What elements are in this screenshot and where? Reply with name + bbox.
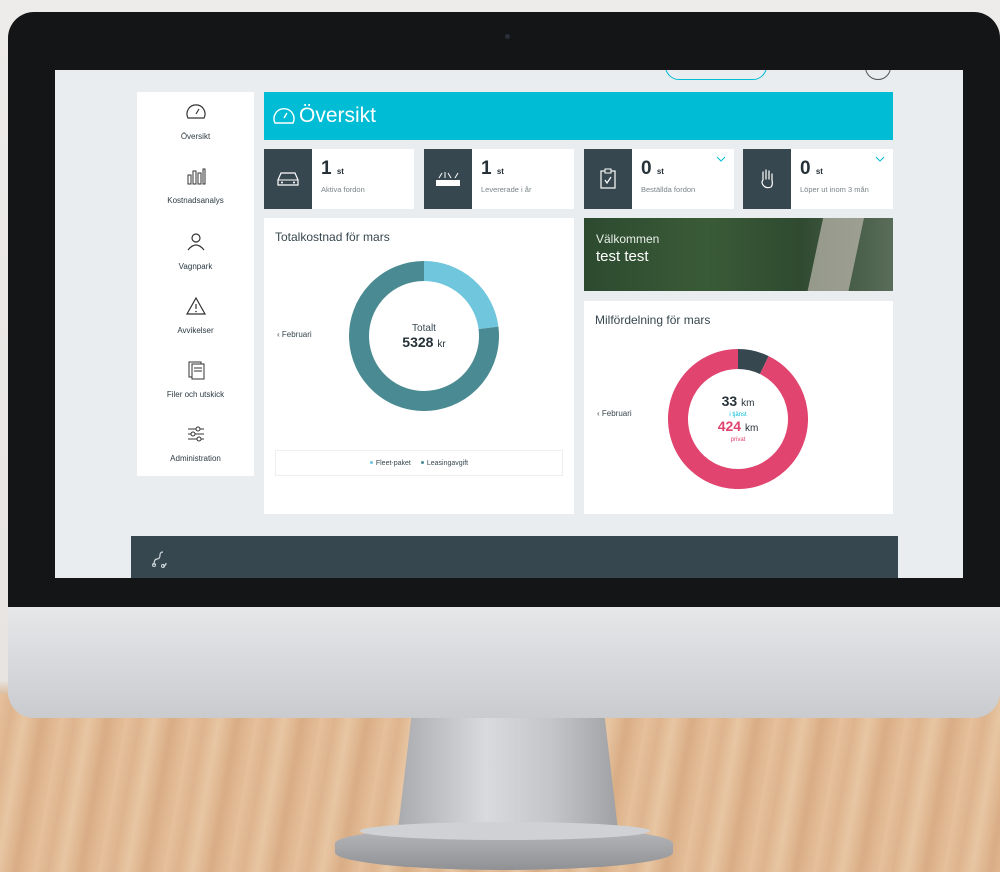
prev-month-link[interactable]: ‹ Februari <box>597 409 632 418</box>
private-value: 424 km <box>717 418 759 435</box>
camera-dot <box>505 34 510 39</box>
app-screen: Översikt Kostnadsanalys Vagnpark Avvikel… <box>55 70 963 578</box>
private-label: privat <box>730 437 746 443</box>
monitor-chin <box>8 607 1000 718</box>
people-icon <box>187 233 204 251</box>
forest-road-image <box>803 218 865 291</box>
monitor-stand <box>398 718 618 830</box>
mileage-card-title: Milfördelning för mars <box>595 313 711 327</box>
legend-item-leasing: Leasingavgift <box>420 460 468 467</box>
stat-label: Löper ut inom 3 mån <box>800 185 869 194</box>
warning-icon <box>185 296 206 315</box>
sidebar-item-oversikt[interactable]: Översikt <box>137 102 254 144</box>
sidebar: Översikt Kostnadsanalys Vagnpark Avvikel… <box>137 92 254 476</box>
monitor: Översikt Kostnadsanalys Vagnpark Avvikel… <box>8 12 1000 718</box>
sidebar-item-administration[interactable]: Administration <box>137 424 254 466</box>
documents-icon <box>188 361 204 380</box>
route-icon[interactable] <box>151 550 169 568</box>
cost-donut-center: Totalt 5328 kr <box>349 261 499 411</box>
bottom-bar <box>131 536 898 578</box>
stat-value: 1 st <box>321 158 344 179</box>
stat-card-loper-ut[interactable]: 0 st Löper ut inom 3 mån <box>743 149 893 209</box>
page-header: Översikt <box>264 92 893 140</box>
sidebar-item-label: Administration <box>170 454 221 463</box>
clipboard-check-icon <box>584 149 632 209</box>
legend-item-fleet: Fleet-paket <box>369 460 411 467</box>
chevron-down-icon[interactable] <box>875 156 885 162</box>
chevron-down-icon[interactable] <box>716 156 726 162</box>
cost-card: Totalkostnad för mars ‹ Februari Totalt … <box>264 218 574 514</box>
sidebar-item-label: Vagnpark <box>178 262 213 271</box>
stat-card-levererade[interactable]: 1 st Levererade i år <box>424 149 574 209</box>
stat-label: Beställda fordon <box>641 185 696 194</box>
speedometer-icon <box>185 104 206 119</box>
sidebar-item-label: Översikt <box>180 132 211 141</box>
stat-card-bestallda[interactable]: 0 st Beställda fordon <box>584 149 734 209</box>
stat-card-aktiva[interactable]: 1 st Aktiva fordon <box>264 149 414 209</box>
bar-chart-icon <box>187 168 205 185</box>
mileage-donut-center: 33 km i tjänst 424 km privat <box>668 349 808 489</box>
chart-legend: Fleet-paket Leasingavgift <box>275 450 563 476</box>
sidebar-item-vagnpark[interactable]: Vagnpark <box>137 232 254 274</box>
monitor-foot-top <box>360 822 650 840</box>
sidebar-item-kostnadsanalys[interactable]: Kostnadsanalys <box>137 166 254 208</box>
sidebar-item-label: Kostnadsanalys <box>167 196 224 205</box>
user-avatar[interactable] <box>865 70 891 80</box>
sidebar-item-filer[interactable]: Filer och utskick <box>137 360 254 402</box>
sidebar-item-label: Avvikelser <box>177 326 214 335</box>
center-label: Totalt <box>412 322 436 334</box>
sliders-icon <box>187 426 204 442</box>
hand-stop-icon <box>743 149 791 209</box>
speedometer-icon <box>273 107 295 124</box>
cost-card-title: Totalkostnad för mars <box>275 230 390 244</box>
sidebar-item-avvikelser[interactable]: Avvikelser <box>137 296 254 338</box>
prev-month-link[interactable]: ‹ Februari <box>277 330 312 339</box>
welcome-user-name: test test <box>596 248 649 265</box>
stat-value: 1 st <box>481 158 504 179</box>
center-value: 5328 kr <box>402 333 446 350</box>
stat-label: Aktiva fordon <box>321 185 365 194</box>
page-title: Översikt <box>299 104 377 127</box>
mileage-card: Milfördelning för mars ‹ Februari 33 km … <box>584 301 893 514</box>
stat-label: Levererade i år <box>481 185 532 194</box>
sidebar-item-label: Filer och utskick <box>166 390 225 399</box>
business-value: 33 km <box>721 393 755 410</box>
delivery-icon <box>424 149 472 209</box>
car-icon <box>264 149 312 209</box>
stat-value: 0 st <box>800 158 823 179</box>
welcome-banner: Välkommen test test <box>584 218 893 291</box>
top-action-button[interactable] <box>665 70 767 80</box>
welcome-greeting: Välkommen <box>596 232 660 246</box>
stat-value: 0 st <box>641 158 664 179</box>
